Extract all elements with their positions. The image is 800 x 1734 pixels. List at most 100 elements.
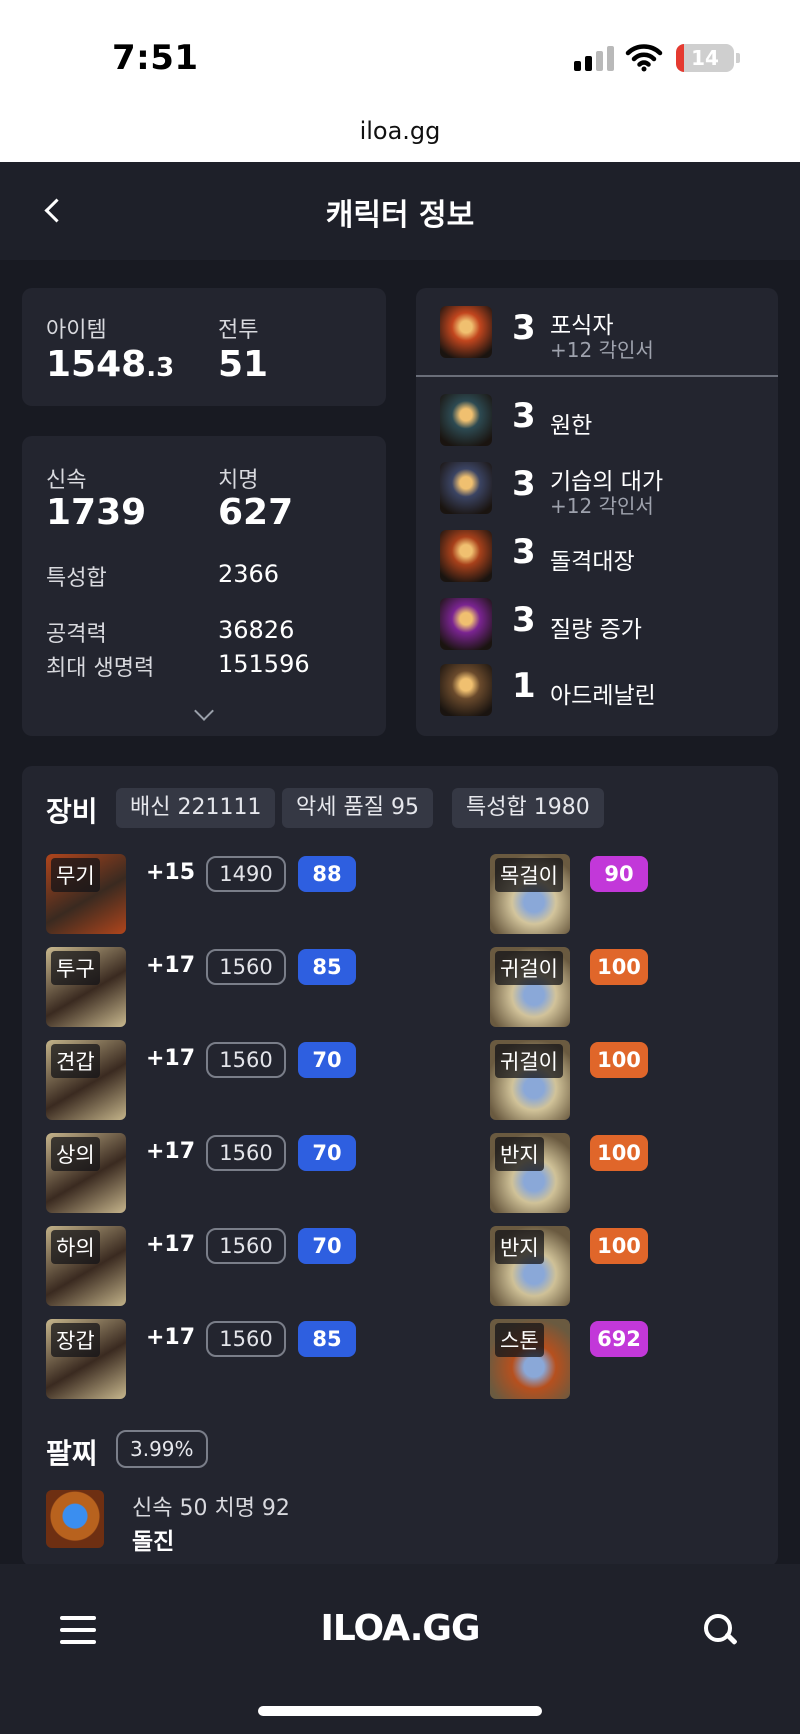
battery-icon: 14: [676, 44, 734, 72]
accessory-slot-icon[interactable]: 귀걸이: [490, 1040, 570, 1120]
bottom-nav: ILOA.GG: [0, 1564, 800, 1734]
gear-slot-icon[interactable]: 장갑: [46, 1319, 126, 1399]
search-icon[interactable]: [702, 1612, 742, 1652]
accessory-slot-label: 스톤: [495, 1323, 544, 1357]
accessory-slot-icon[interactable]: 반지: [490, 1226, 570, 1306]
accessory-slot-label: 반지: [495, 1137, 544, 1171]
gear-item-level: 1560: [206, 1135, 286, 1171]
stats-card[interactable]: 신속 1739 치명 627 특성합 2366 공격력 36826 최대 생명력…: [22, 436, 386, 736]
bracelet-effect: 돌진: [132, 1529, 175, 1555]
charge-icon: [440, 530, 492, 582]
gear-slot-icon[interactable]: 하의: [46, 1226, 126, 1306]
engraving-row[interactable]: 3 기습의 대가 +12 각인서: [436, 458, 776, 518]
engraving-book-bonus: +12 각인서: [550, 338, 654, 362]
gear-slot-icon[interactable]: 투구: [46, 947, 126, 1027]
accessory-slot-icon[interactable]: 스톤: [490, 1319, 570, 1399]
gear-quality-badge: 70: [298, 1228, 356, 1264]
gear-slot-label: 상의: [51, 1137, 100, 1171]
accessory-slot-icon[interactable]: 귀걸이: [490, 947, 570, 1027]
clock: 7:51: [112, 38, 199, 78]
engraving-row[interactable]: 3 원한: [436, 390, 776, 450]
gear-enhance-level: +15: [146, 860, 196, 885]
total-stat-label: 특성합: [46, 566, 107, 591]
url-bar[interactable]: iloa.gg: [0, 100, 800, 162]
accessory-quality-badge: 692: [590, 1321, 648, 1357]
gear-slot-label: 견갑: [51, 1044, 100, 1078]
battery-tip: [736, 53, 740, 63]
home-indicator: [258, 1706, 542, 1716]
engraving-level: 3: [512, 532, 536, 572]
adrenaline-icon: [440, 664, 492, 716]
cellular-signal-icon: [574, 46, 614, 71]
gear-item-level: 1560: [206, 949, 286, 985]
item-level-value: 1548.3: [46, 344, 175, 385]
engraving-book-bonus: +12 각인서: [550, 494, 654, 518]
gear-item-level: 1560: [206, 1321, 286, 1357]
gear-enhance-level: +17: [146, 1325, 196, 1350]
page-title: 캐릭터 정보: [325, 198, 475, 233]
engraving-row[interactable]: 3 질량 증가: [436, 594, 776, 654]
equipment-title: 장비: [46, 795, 98, 828]
swiftness-value: 1739: [46, 492, 147, 533]
engraving-name: 질량 증가: [550, 617, 642, 643]
engraving-name: 아드레날린: [550, 683, 656, 709]
gear-item-level: 1560: [206, 1042, 286, 1078]
gear-enhance-level: +17: [146, 1232, 196, 1257]
engraving-level: 3: [512, 600, 536, 640]
wifi-icon: [625, 44, 663, 72]
max-hp-label: 최대 생명력: [46, 656, 155, 681]
status-bar: 7:51 14: [0, 0, 800, 100]
gear-quality-badge: 85: [298, 949, 356, 985]
accessory-quality-badge: 90: [590, 856, 648, 892]
accessory-slot-icon[interactable]: 목걸이: [490, 854, 570, 934]
app-header: 캐릭터 정보: [0, 162, 800, 260]
attack-label: 공격력: [46, 622, 107, 647]
gear-quality-badge: 70: [298, 1042, 356, 1078]
ambush-icon: [440, 462, 492, 514]
swiftness-label: 신속: [46, 468, 87, 493]
engraving-level: 3: [512, 464, 536, 504]
combat-level-value: 51: [218, 344, 269, 385]
accessory-quality-badge: 100: [590, 1228, 648, 1264]
accessory-slot-icon[interactable]: 반지: [490, 1133, 570, 1213]
item-level-label: 아이템: [46, 318, 107, 343]
battery-level: 14: [691, 46, 719, 70]
accessory-quality-badge: 100: [590, 1042, 648, 1078]
gear-slot-label: 무기: [51, 858, 100, 892]
accessory-quality-badge: 100: [590, 949, 648, 985]
gear-enhance-level: +17: [146, 1139, 196, 1164]
bracelet-stats: 신속 50 치명 92: [132, 1496, 290, 1521]
engraving-level: 3: [512, 308, 536, 348]
grudge-icon: [440, 394, 492, 446]
engraving-row[interactable]: 3 포식자 +12 각인서: [436, 302, 776, 362]
engraving-name: 돌격대장: [550, 549, 635, 575]
gear-quality-badge: 88: [298, 856, 356, 892]
bracelet-title: 팔찌: [46, 1437, 98, 1470]
gear-slot-icon[interactable]: 상의: [46, 1133, 126, 1213]
engraving-row[interactable]: 3 돌격대장: [436, 526, 776, 586]
engraving-level: 1: [512, 666, 536, 706]
equipment-tag-transcendence: 배신 221111: [116, 788, 276, 828]
gear-slot-icon[interactable]: 무기: [46, 854, 126, 934]
equipment-tag-stat-total: 특성합 1980: [452, 788, 604, 828]
attack-value: 36826: [218, 616, 295, 644]
accessory-slot-label: 반지: [495, 1230, 544, 1264]
crit-label: 치명: [218, 468, 259, 493]
total-stat-value: 2366: [218, 560, 280, 588]
bracelet-icon[interactable]: [46, 1490, 104, 1548]
engraving-divider: [416, 375, 778, 377]
gear-slot-icon[interactable]: 견갑: [46, 1040, 126, 1120]
equipment-tag-accessory-quality: 악세 품질 95: [282, 788, 433, 828]
gear-slot-label: 장갑: [51, 1323, 100, 1357]
accessory-slot-label: 목걸이: [495, 858, 563, 892]
wolf-portrait-icon: [440, 306, 492, 358]
engraving-row[interactable]: 1 아드레날린: [436, 660, 776, 720]
accessory-quality-badge: 100: [590, 1135, 648, 1171]
site-logo[interactable]: ILOA.GG: [0, 1608, 800, 1649]
gear-quality-badge: 85: [298, 1321, 356, 1357]
accessory-slot-label: 귀걸이: [495, 951, 563, 985]
accessory-slot-label: 귀걸이: [495, 1044, 563, 1078]
combat-level-label: 전투: [218, 318, 259, 343]
gear-enhance-level: +17: [146, 1046, 196, 1071]
gear-quality-badge: 70: [298, 1135, 356, 1171]
